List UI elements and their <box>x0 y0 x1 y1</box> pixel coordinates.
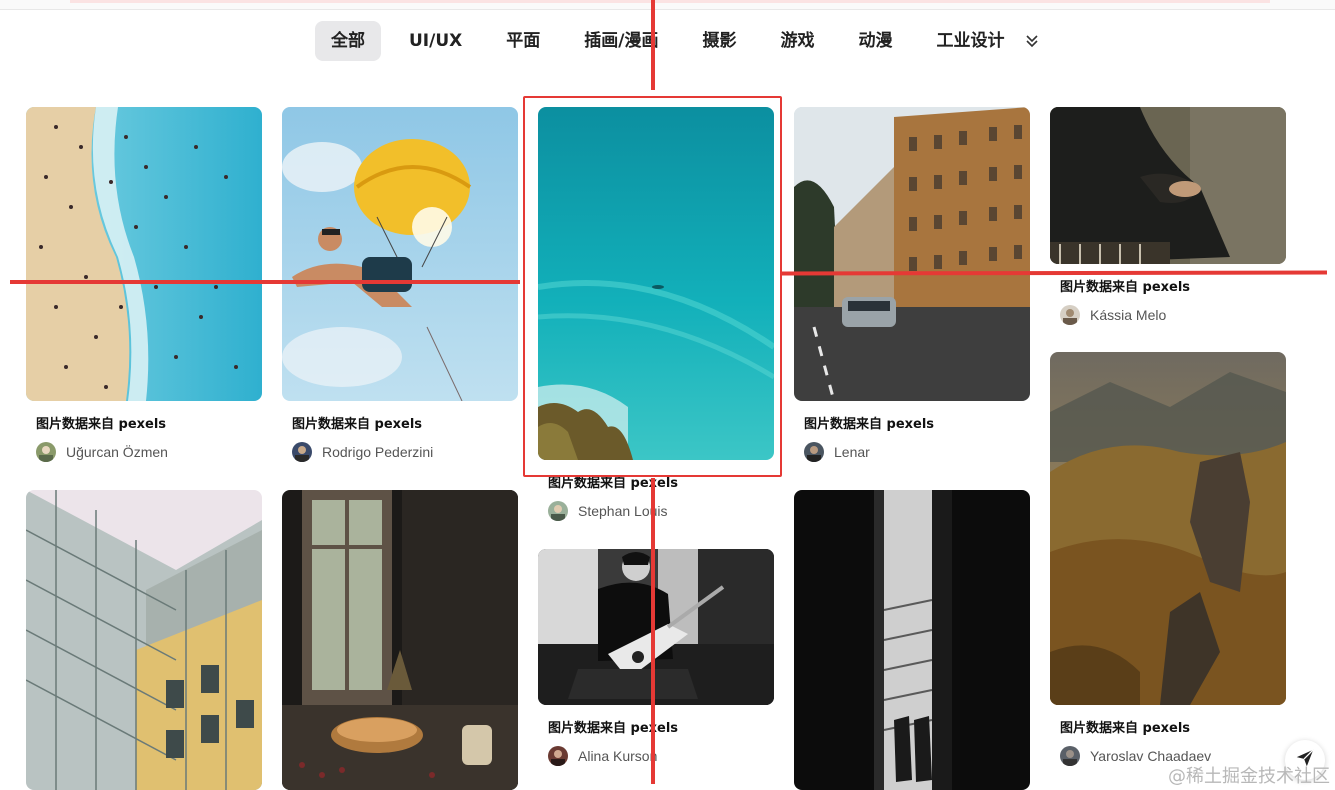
image-card-window-pie[interactable] <box>282 490 518 790</box>
avatar[interactable] <box>1060 746 1080 766</box>
card-title: 图片数据来自 pexels <box>1060 280 1191 295</box>
avatar[interactable] <box>1060 305 1080 325</box>
card-title: 图片数据来自 pexels <box>292 417 423 432</box>
card-author[interactable]: Alina Kurson <box>538 746 774 766</box>
card-image[interactable] <box>1050 352 1286 705</box>
image-card-paraglider[interactable]: 图片数据来自 pexels Rodrigo Pederzini <box>282 107 518 462</box>
avatar[interactable] <box>36 442 56 462</box>
image-card-glass-building[interactable] <box>26 490 262 790</box>
avatar[interactable] <box>804 442 824 462</box>
card-title: 图片数据来自 pexels <box>548 721 679 736</box>
tab-ui-ux[interactable]: UI/UX <box>393 21 478 61</box>
card-image[interactable] <box>282 107 518 401</box>
card-image[interactable] <box>794 490 1030 790</box>
image-card-street[interactable]: 图片数据来自 pexels Lenar <box>794 107 1030 462</box>
card-image[interactable] <box>794 107 1030 401</box>
card-author[interactable]: Rodrigo Pederzini <box>282 442 518 462</box>
top-accent-bar <box>70 0 1270 3</box>
card-author[interactable]: Lenar <box>794 442 1030 462</box>
tab-industrial-design[interactable]: 工业设计 <box>920 21 1020 61</box>
watermark: @稀土掘金技术社区 <box>1168 766 1330 787</box>
card-image[interactable] <box>538 107 774 460</box>
card-title: 图片数据来自 pexels <box>804 417 935 432</box>
image-card-sea[interactable]: 图片数据来自 pexels Stephan Louis <box>538 107 774 521</box>
tab-photography[interactable]: 摄影 <box>686 21 752 61</box>
tab-games[interactable]: 游戏 <box>764 21 830 61</box>
author-name[interactable]: Alina Kurson <box>578 748 657 764</box>
author-name[interactable]: Stephan Louis <box>578 503 668 519</box>
image-card-beach[interactable]: 图片数据来自 pexels Uğurcan Özmen <box>26 107 262 462</box>
author-name[interactable]: Uğurcan Özmen <box>66 444 168 460</box>
author-name[interactable]: Rodrigo Pederzini <box>322 444 433 460</box>
avatar[interactable] <box>548 501 568 521</box>
top-strip <box>0 0 1335 10</box>
author-name[interactable]: Lenar <box>834 444 870 460</box>
card-title: 图片数据来自 pexels <box>548 476 679 491</box>
card-author[interactable]: Uğurcan Özmen <box>26 442 262 462</box>
card-image[interactable] <box>282 490 518 790</box>
tab-all[interactable]: 全部 <box>315 21 381 61</box>
tab-illustration[interactable]: 插画/漫画 <box>568 21 674 61</box>
card-image[interactable] <box>26 107 262 401</box>
card-author[interactable]: Stephan Louis <box>538 501 774 521</box>
card-image[interactable] <box>1050 107 1286 264</box>
author-name[interactable]: Kássia Melo <box>1090 307 1166 323</box>
image-card-guitarist[interactable]: 图片数据来自 pexels Alina Kurson <box>538 549 774 766</box>
image-card-dark-corridor[interactable] <box>794 490 1030 790</box>
chevron-double-down-icon[interactable] <box>1022 30 1042 52</box>
tab-graphic[interactable]: 平面 <box>490 21 556 61</box>
card-author[interactable]: Kássia Melo <box>1050 305 1286 325</box>
card-image[interactable] <box>538 549 774 705</box>
avatar[interactable] <box>548 746 568 766</box>
tab-anime[interactable]: 动漫 <box>842 21 908 61</box>
card-image[interactable] <box>26 490 262 790</box>
image-card-seated-person[interactable]: 图片数据来自 pexels Kássia Melo <box>1050 107 1286 325</box>
card-title: 图片数据来自 pexels <box>1060 721 1191 736</box>
image-card-mountains[interactable]: 图片数据来自 pexels Yaroslav Chaadaev <box>1050 352 1286 766</box>
category-tabs: 全部 UI/UX 平面 插画/漫画 摄影 游戏 动漫 工业设计 <box>315 21 1032 61</box>
card-title: 图片数据来自 pexels <box>36 417 167 432</box>
avatar[interactable] <box>292 442 312 462</box>
